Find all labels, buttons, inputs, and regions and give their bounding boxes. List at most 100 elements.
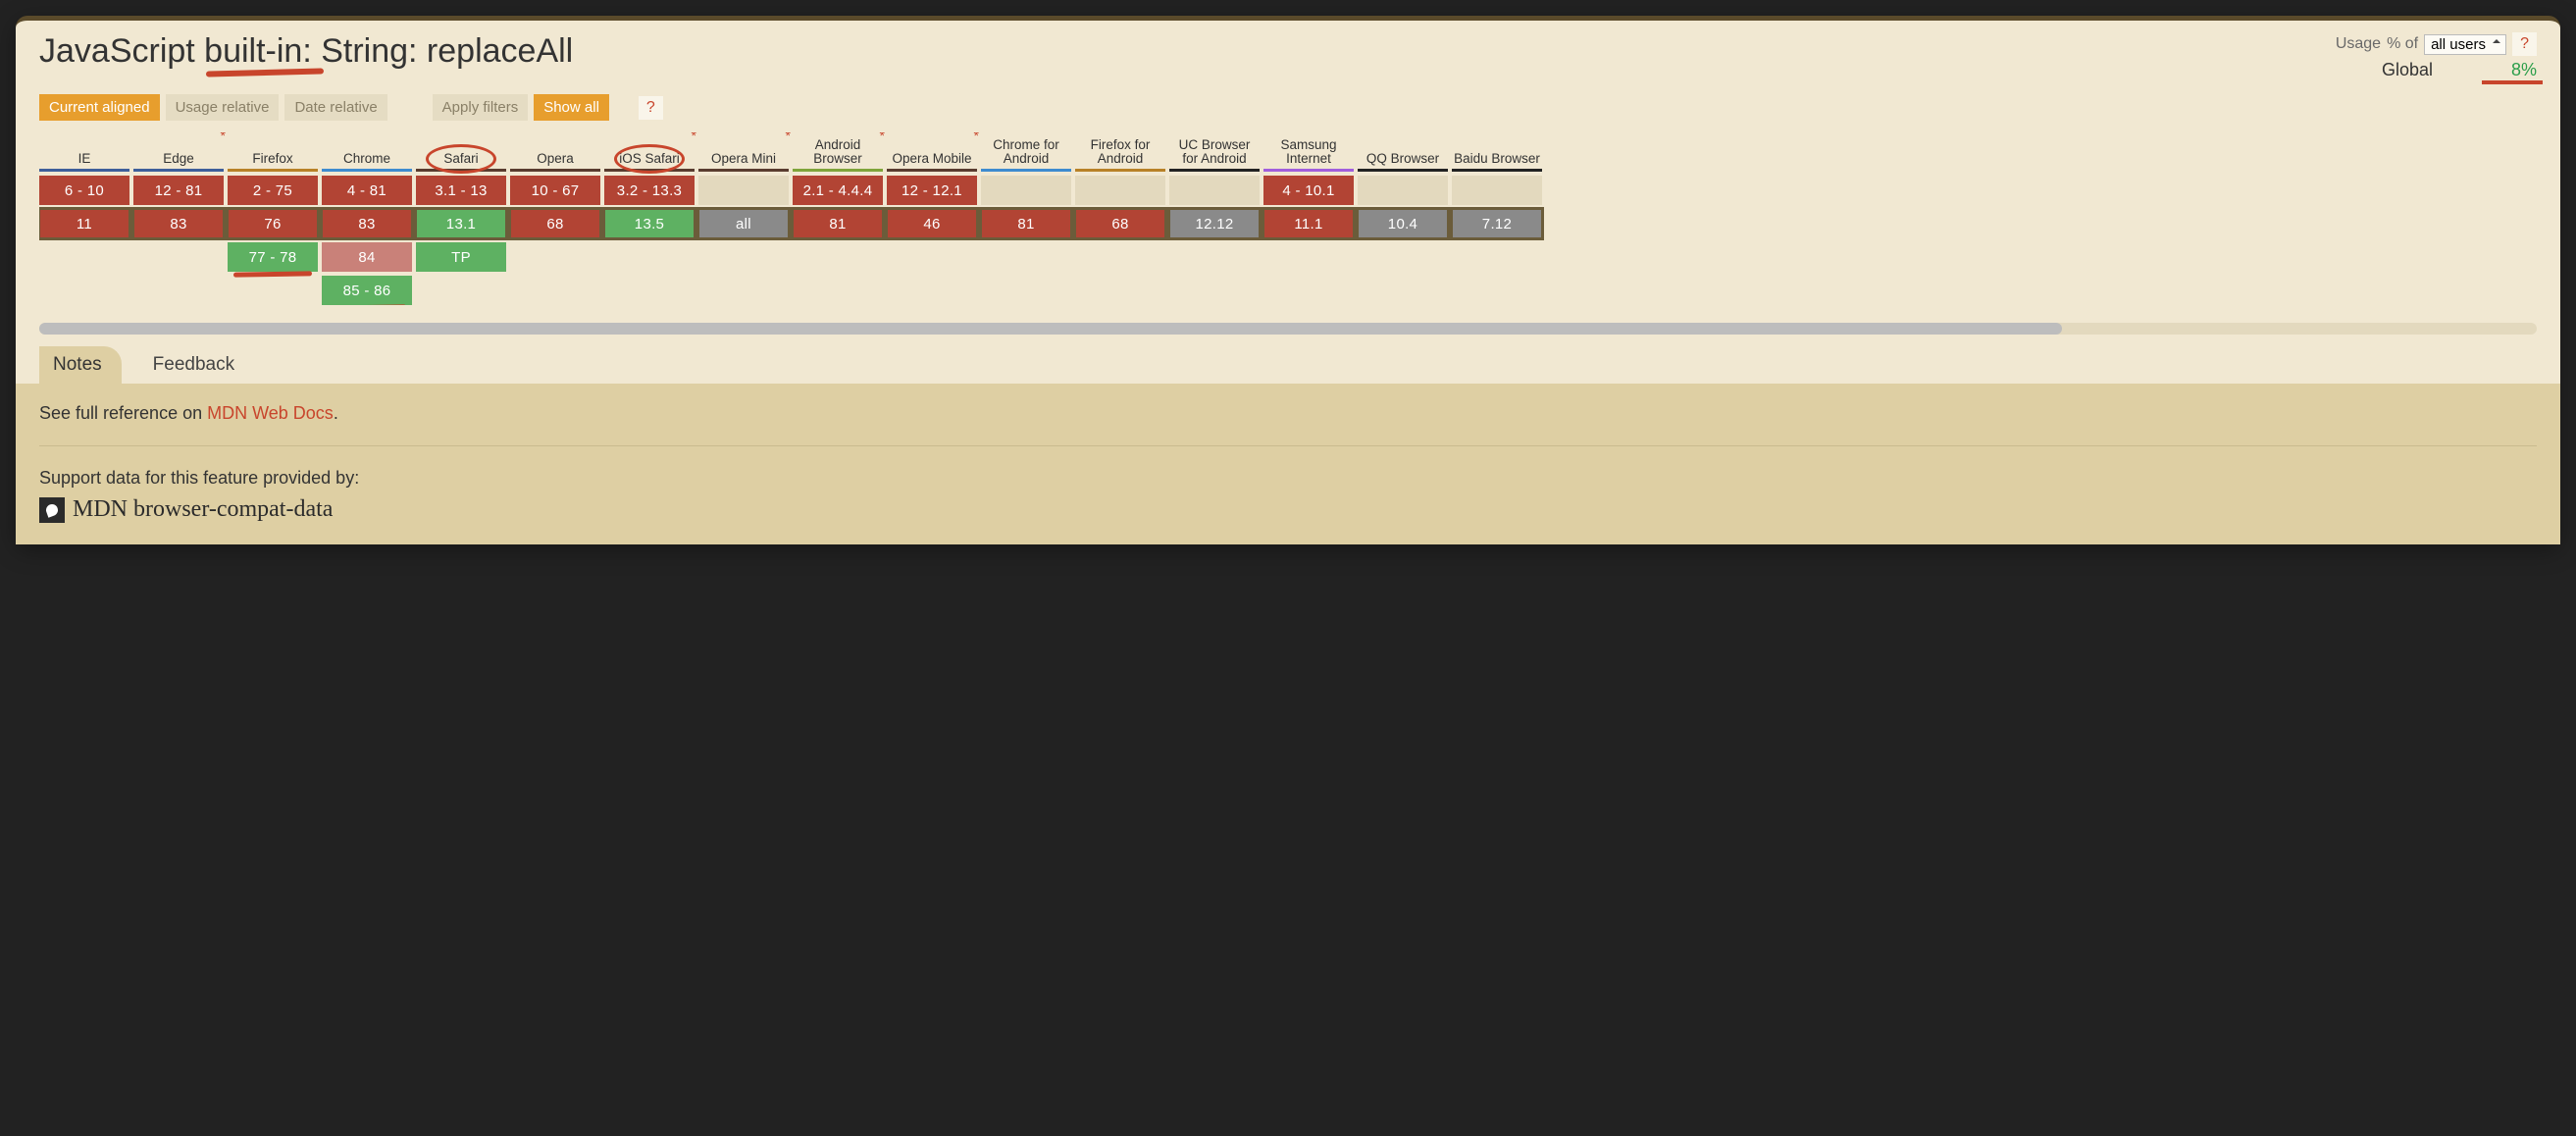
divider: [39, 445, 2537, 446]
browser-column: iOS Safari* 3.2 - 13.3 13.5: [604, 132, 695, 305]
support-cell: [1075, 176, 1165, 205]
show-all-button[interactable]: Show all: [534, 94, 609, 121]
browser-column: IE 6 - 10 11: [39, 132, 129, 305]
note-asterisk-icon: *: [974, 132, 979, 143]
browser-header[interactable]: Chrome: [322, 132, 412, 172]
support-cell[interactable]: 4 - 81: [322, 176, 412, 205]
support-cell[interactable]: 12 - 12.1: [887, 176, 977, 205]
browser-header[interactable]: Firefox for Android: [1075, 132, 1165, 172]
browser-header[interactable]: QQ Browser: [1358, 132, 1448, 172]
support-cell[interactable]: 13.5: [604, 209, 695, 238]
horizontal-scrollbar[interactable]: [39, 323, 2537, 335]
tab-notes[interactable]: Notes: [39, 346, 122, 384]
support-cell[interactable]: 6 - 10: [39, 176, 129, 205]
browser-header[interactable]: Baidu Browser: [1452, 132, 1542, 172]
support-cell[interactable]: 4 - 10.1: [1263, 176, 1354, 205]
support-cell[interactable]: 68: [510, 209, 600, 238]
mdn-logo-icon: [39, 497, 65, 523]
browser-header[interactable]: Android Browser*: [793, 132, 883, 172]
browser-column: Android Browser* 2.1 - 4.4.4 81: [793, 132, 883, 305]
support-cell: [1452, 176, 1542, 205]
support-cell[interactable]: 7.12: [1452, 209, 1542, 238]
annotation-underline: [328, 304, 406, 305]
support-cell[interactable]: 83: [133, 209, 224, 238]
support-cell[interactable]: 13.1: [416, 209, 506, 238]
feature-title-text: JavaScript built-in: String: replaceAll: [39, 32, 573, 70]
browser-column: Opera Mini* all: [698, 132, 789, 305]
support-cell[interactable]: 12.12: [1169, 209, 1260, 238]
note-asterisk-icon: *: [786, 132, 791, 143]
global-percent: 8%: [2511, 60, 2537, 80]
support-cell[interactable]: 3.2 - 13.3: [604, 176, 695, 205]
support-cell[interactable]: 77 - 78: [228, 242, 318, 272]
caniuse-panel: JavaScript built-in: String: replaceAll …: [16, 16, 2560, 544]
filter-usage-relative[interactable]: Usage relative: [166, 94, 280, 121]
browser-column: Opera 10 - 67 68: [510, 132, 600, 305]
usage-help-button[interactable]: ?: [2512, 32, 2537, 56]
support-cell[interactable]: 46: [887, 209, 977, 238]
note-asterisk-icon: *: [692, 132, 696, 143]
browser-header[interactable]: Firefox: [228, 132, 318, 172]
support-cell[interactable]: 2.1 - 4.4.4: [793, 176, 883, 205]
scrollbar-thumb[interactable]: [39, 323, 2062, 335]
support-cell[interactable]: 81: [793, 209, 883, 238]
support-cell: [981, 176, 1071, 205]
support-cell[interactable]: TP: [416, 242, 506, 272]
support-cell[interactable]: 3.1 - 13: [416, 176, 506, 205]
support-cell[interactable]: 84: [322, 242, 412, 272]
filter-current-aligned[interactable]: Current aligned: [39, 94, 160, 121]
browser-column: Baidu Browser 7.12: [1452, 132, 1542, 305]
support-cell[interactable]: 12 - 81: [133, 176, 224, 205]
browser-column: Edge* 12 - 81 83: [133, 132, 224, 305]
browser-header[interactable]: Opera Mini*: [698, 132, 789, 172]
support-cell[interactable]: 10.4: [1358, 209, 1448, 238]
browser-header[interactable]: Opera Mobile*: [887, 132, 977, 172]
support-cell[interactable]: 81: [981, 209, 1071, 238]
support-cell[interactable]: 11: [39, 209, 129, 238]
support-cell[interactable]: 11.1: [1263, 209, 1354, 238]
browser-header[interactable]: Samsung Internet: [1263, 132, 1354, 172]
support-cell[interactable]: 68: [1075, 209, 1165, 238]
browser-header[interactable]: Chrome for Android: [981, 132, 1071, 172]
support-grid: IE 6 - 10 11 Edge* 12 - 81 83 Firefox 2 - 75 76 7…: [39, 132, 2537, 305]
browser-header[interactable]: UC Browser for Android: [1169, 132, 1260, 172]
usage-label-suffix: % of: [2387, 35, 2418, 53]
support-cell: [698, 176, 789, 205]
source-brand[interactable]: MDN browser-compat-data: [39, 496, 2537, 523]
browser-column: QQ Browser 10.4: [1358, 132, 1448, 305]
reference-line: See full reference on MDN Web Docs.: [39, 403, 2537, 424]
support-cell[interactable]: 2 - 75: [228, 176, 318, 205]
browser-header[interactable]: IE: [39, 132, 129, 172]
browser-column: Chrome 4 - 81 83 84 85 - 86: [322, 132, 412, 305]
support-cell: [1358, 176, 1448, 205]
support-cell[interactable]: 10 - 67: [510, 176, 600, 205]
browser-header[interactable]: Opera: [510, 132, 600, 172]
browser-column: Opera Mobile* 12 - 12.1 46: [887, 132, 977, 305]
support-cell[interactable]: 76: [228, 209, 318, 238]
usage-label-prefix: Usage: [2336, 35, 2381, 53]
tab-bar: Notes Feedback: [39, 346, 2537, 384]
feature-title: JavaScript built-in: String: replaceAll: [39, 32, 573, 71]
browser-column: UC Browser for Android 12.12: [1169, 132, 1260, 305]
browser-column: Chrome for Android 81: [981, 132, 1071, 305]
source-brand-text: MDN browser-compat-data: [73, 496, 333, 523]
note-asterisk-icon: *: [880, 132, 885, 143]
usage-scope-select[interactable]: all users: [2424, 34, 2506, 55]
browser-column: Safari 3.1 - 13 13.1 TP: [416, 132, 506, 305]
support-cell[interactable]: 85 - 86: [322, 276, 412, 305]
filters-help-button[interactable]: ?: [639, 96, 663, 120]
browser-header[interactable]: iOS Safari*: [604, 132, 695, 172]
browser-column: Samsung Internet 4 - 10.1 11.1: [1263, 132, 1354, 305]
support-cell: [1169, 176, 1260, 205]
apply-filters-button[interactable]: Apply filters: [433, 94, 529, 121]
browser-header[interactable]: Safari: [416, 132, 506, 172]
source-attribution-label: Support data for this feature provided b…: [39, 468, 2537, 489]
support-cell[interactable]: all: [698, 209, 789, 238]
filter-date-relative[interactable]: Date relative: [284, 94, 386, 121]
mdn-reference-link[interactable]: MDN Web Docs: [207, 403, 334, 423]
browser-header[interactable]: Edge*: [133, 132, 224, 172]
tab-feedback[interactable]: Feedback: [139, 346, 254, 384]
support-cell[interactable]: 83: [322, 209, 412, 238]
global-label: Global: [2382, 60, 2433, 80]
annotation-underline: [233, 271, 312, 277]
